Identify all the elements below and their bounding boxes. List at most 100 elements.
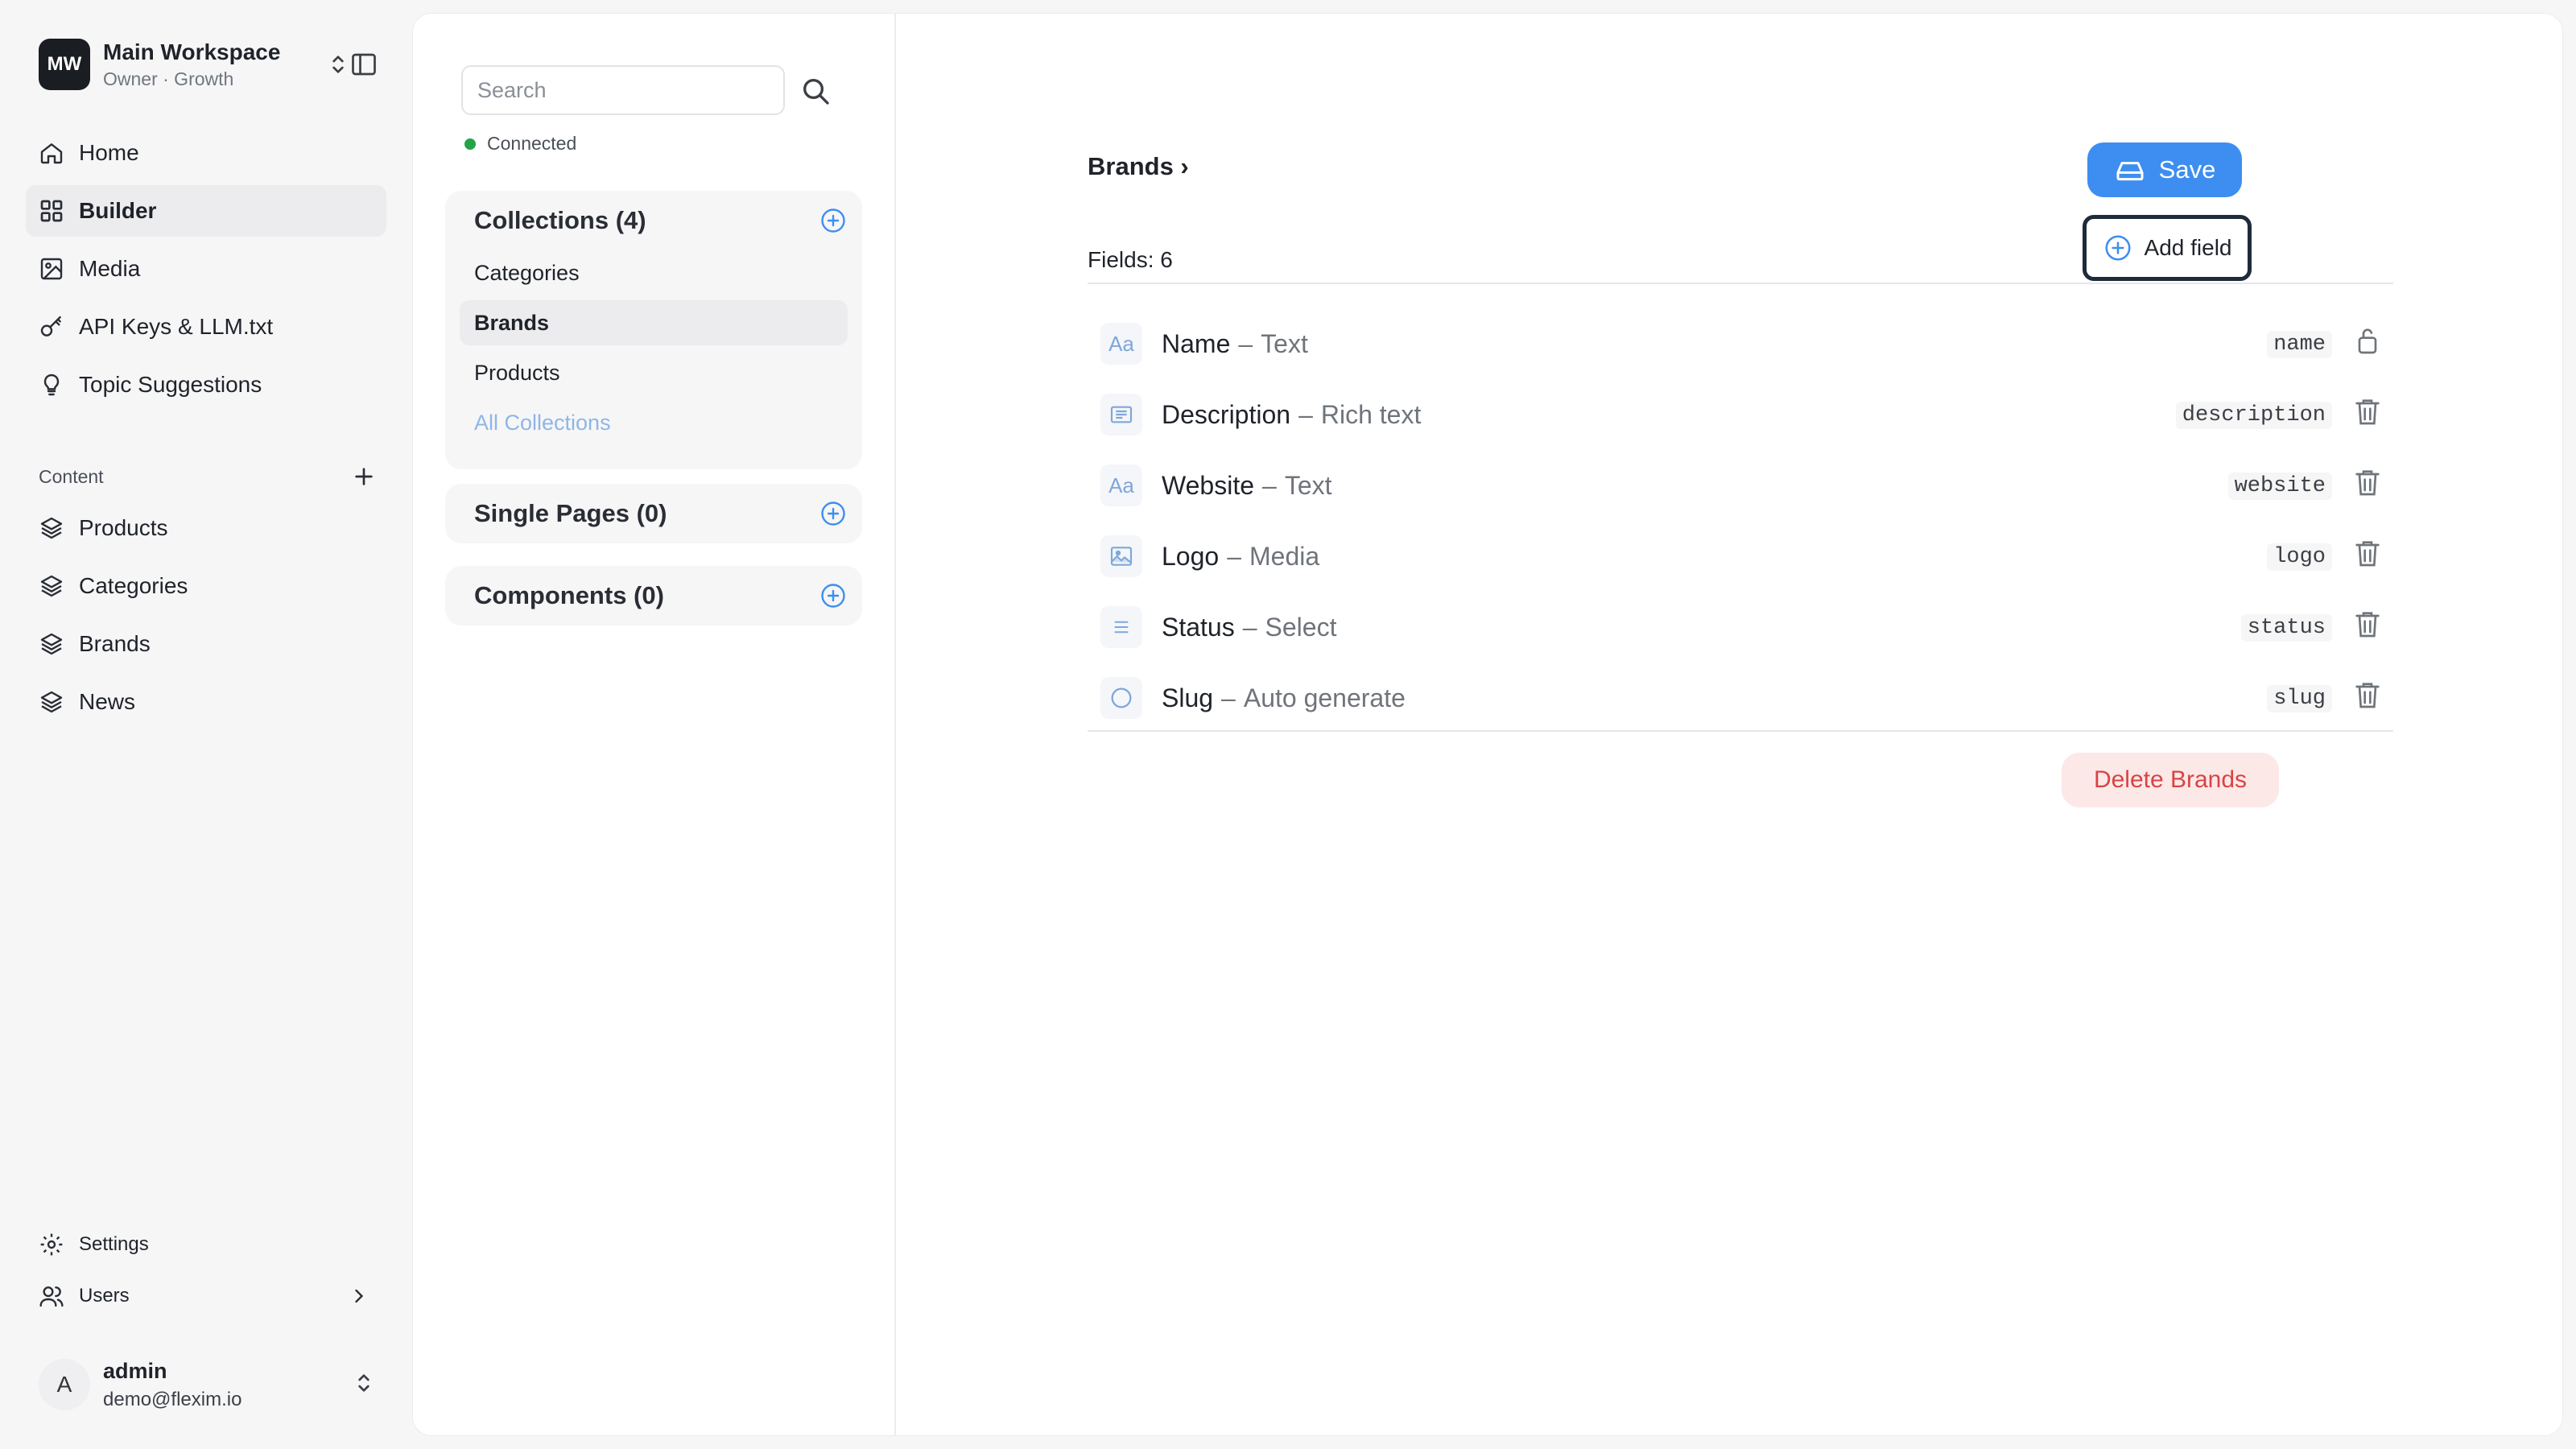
workspace-name: Main Workspace	[103, 39, 281, 64]
add-content-icon[interactable]	[351, 464, 377, 489]
chevron-right-icon	[355, 1289, 364, 1303]
save-label: Save	[2158, 155, 2216, 184]
field-type: Text	[1261, 328, 1308, 358]
status-text: Connected	[487, 133, 577, 154]
layers-icon	[40, 633, 63, 655]
chevron-up-down-icon[interactable]	[325, 52, 351, 77]
collections-title: Collections (4)	[474, 206, 646, 234]
field-name: Name	[1162, 328, 1231, 358]
field-key: slug	[2267, 685, 2332, 712]
field-row-name[interactable]: Aa Name – Text name	[1088, 308, 2393, 379]
trash-icon[interactable]	[2351, 608, 2384, 640]
content-item-products[interactable]: Products	[26, 502, 386, 554]
add-single-page-icon[interactable]	[819, 499, 848, 528]
collection-item-categories[interactable]: Categories	[460, 250, 848, 295]
field-row-status[interactable]: Status – Select status	[1088, 592, 2393, 663]
components-header[interactable]: Components (0)	[445, 566, 862, 625]
content-item-label: Categories	[79, 573, 188, 598]
layers-icon	[40, 517, 63, 539]
field-separator: –	[1221, 683, 1236, 712]
save-button[interactable]: Save	[2087, 142, 2242, 197]
user-email: demo@flexim.io	[103, 1388, 242, 1410]
nav-item-media[interactable]: Media	[26, 243, 386, 295]
content-nav: Products Categories Brands News	[26, 502, 386, 734]
content-item-label: Products	[79, 515, 168, 540]
user-menu[interactable]: A admin demo@flexim.io	[39, 1352, 377, 1417]
content-section-title: Content	[39, 465, 104, 487]
collection-editor: Brands › Save Fields: 6 Add field Aa Nam…	[1078, 14, 2398, 1435]
rich-text-icon	[1100, 394, 1142, 436]
field-name: Description	[1162, 399, 1291, 429]
trash-icon[interactable]	[2351, 679, 2384, 711]
single-pages-title: Single Pages (0)	[474, 499, 667, 527]
components-group: Components (0)	[445, 566, 862, 625]
nav-item-api-keys[interactable]: API Keys & LLM.txt	[26, 301, 386, 353]
nav-item-settings[interactable]: Settings	[26, 1222, 386, 1267]
field-row-logo[interactable]: Logo – Media logo	[1088, 521, 2393, 592]
select-list-icon	[1100, 606, 1142, 648]
sidebar: MW Main Workspace Owner · Growth Home Bu…	[0, 0, 411, 1449]
trash-icon[interactable]	[2351, 537, 2384, 569]
single-pages-group: Single Pages (0)	[445, 484, 862, 543]
grid-icon	[40, 200, 63, 222]
field-row-description[interactable]: Description – Rich text description	[1088, 379, 2393, 450]
content-section-header: Content	[39, 460, 377, 493]
field-name: Status	[1162, 612, 1235, 642]
trash-icon[interactable]	[2351, 395, 2384, 427]
sidebar-toggle-icon[interactable]	[349, 50, 378, 79]
all-collections-link[interactable]: All Collections	[460, 400, 848, 445]
settings-label: Settings	[79, 1233, 149, 1255]
content-item-categories[interactable]: Categories	[26, 560, 386, 612]
nav-item-home[interactable]: Home	[26, 127, 386, 179]
image-icon	[1100, 535, 1142, 577]
plus-circle-icon	[2104, 235, 2131, 261]
fields-count: Fields: 6	[1088, 247, 1173, 272]
components-title: Components (0)	[474, 581, 664, 609]
search-icon[interactable]	[799, 75, 832, 107]
add-collection-icon[interactable]	[819, 206, 848, 235]
connection-status: Connected	[464, 133, 576, 155]
breadcrumb[interactable]: Brands ›	[1088, 152, 1189, 181]
field-type: Media	[1249, 541, 1320, 571]
users-label: Users	[79, 1285, 130, 1307]
nav-item-topic-suggestions[interactable]: Topic Suggestions	[26, 359, 386, 411]
chevron-up-down-icon[interactable]	[351, 1370, 377, 1396]
field-key: name	[2267, 331, 2332, 358]
trash-icon[interactable]	[2351, 466, 2384, 498]
field-separator: –	[1227, 541, 1241, 571]
collections-header[interactable]: Collections (4)	[445, 191, 862, 250]
nav-item-label: Topic Suggestions	[79, 372, 262, 397]
main-card: Connected Collections (4) Categories Bra…	[412, 13, 2563, 1436]
field-row-website[interactable]: Aa Website – Text website	[1088, 450, 2393, 521]
single-pages-header[interactable]: Single Pages (0)	[445, 484, 862, 543]
nav-item-label: Media	[79, 256, 141, 281]
field-name: Website	[1162, 470, 1255, 500]
field-separator: –	[1298, 399, 1313, 429]
add-field-button[interactable]: Add field	[2083, 215, 2252, 281]
workspace-switcher[interactable]: MW Main Workspace Owner · Growth	[39, 39, 377, 90]
field-row-slug[interactable]: Slug – Auto generate slug	[1088, 663, 2393, 733]
nav-item-builder[interactable]: Builder	[26, 185, 386, 237]
collection-item-brands[interactable]: Brands	[460, 300, 848, 345]
field-key: description	[2175, 402, 2332, 429]
layers-icon	[40, 575, 63, 597]
collection-item-products[interactable]: Products	[460, 350, 848, 395]
divider	[1088, 730, 2393, 732]
nav-item-label: API Keys & LLM.txt	[79, 314, 274, 339]
nav-item-label: Home	[79, 140, 139, 165]
add-component-icon[interactable]	[819, 581, 848, 610]
field-type: Auto generate	[1243, 683, 1406, 712]
content-item-news[interactable]: News	[26, 676, 386, 728]
nav-item-users[interactable]: Users	[26, 1274, 386, 1319]
add-field-label: Add field	[2144, 235, 2232, 260]
search-input[interactable]	[461, 65, 785, 115]
user-name: admin	[103, 1358, 167, 1383]
field-key: logo	[2267, 543, 2332, 571]
content-item-label: Brands	[79, 631, 151, 656]
content-item-brands[interactable]: Brands	[26, 618, 386, 670]
image-icon	[40, 258, 63, 280]
divider	[1088, 283, 2393, 284]
bottom-nav: Settings Users	[26, 1222, 386, 1325]
delete-collection-button[interactable]: Delete Brands	[2062, 753, 2279, 807]
field-key: website	[2227, 473, 2332, 500]
